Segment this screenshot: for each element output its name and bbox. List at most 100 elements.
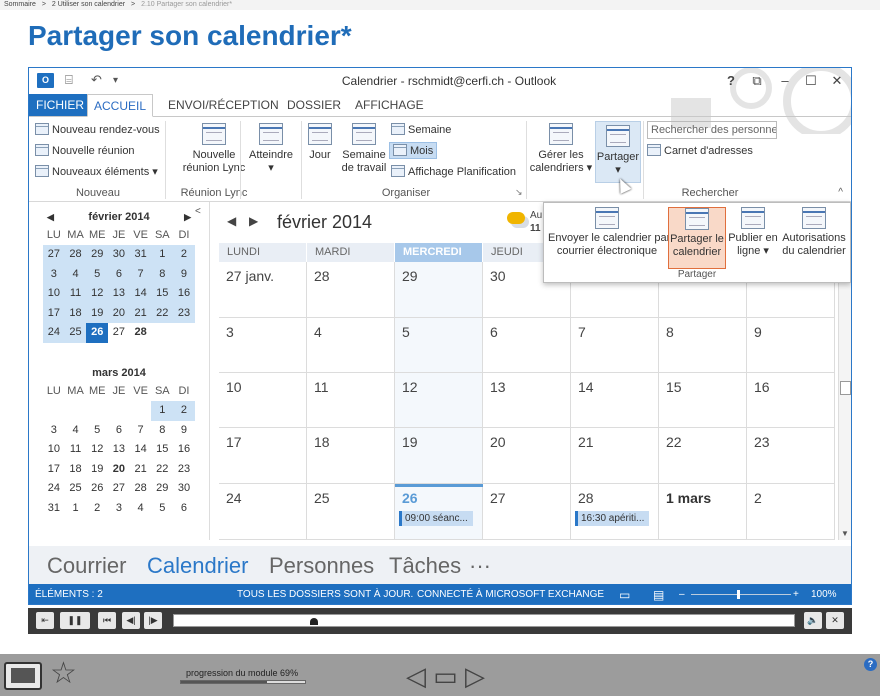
next-month-icon[interactable]: ▶ [184, 208, 191, 226]
collapse-ribbon-icon[interactable]: ^ [838, 187, 843, 198]
scroll-down-icon[interactable]: ▼ [841, 529, 849, 538]
mini-day[interactable]: 17 [43, 303, 65, 323]
zoom-in-icon[interactable]: + [793, 584, 799, 604]
manage-calendars-button[interactable]: Gérer les calendriers ▾ [529, 123, 593, 175]
day-cell[interactable]: 10 [219, 373, 307, 428]
mini-day[interactable]: 4 [65, 421, 87, 441]
view-workweek-button[interactable]: Semaine de travail [339, 123, 389, 175]
mini-day[interactable]: 15 [151, 440, 173, 460]
day-cell[interactable]: 16 [747, 373, 835, 428]
send-receive-icon[interactable]: ⌸ [65, 72, 73, 88]
mini-day[interactable]: 6 [173, 499, 195, 519]
day-cell[interactable]: 29 [395, 262, 483, 318]
mini-day[interactable]: 24 [43, 479, 65, 499]
mini-day[interactable]: 13 [108, 284, 130, 304]
mini-day[interactable]: 4 [130, 499, 152, 519]
day-cell[interactable]: 23 [747, 428, 835, 484]
mini-day[interactable]: 29 [86, 245, 109, 265]
playback-track[interactable] [173, 614, 795, 627]
tab-file[interactable]: FICHIER [29, 94, 91, 116]
nav-mail[interactable]: Courrier [47, 553, 126, 579]
mini-day[interactable]: 10 [43, 284, 65, 304]
share-button[interactable]: Partager ▾ [595, 121, 641, 183]
undo-icon[interactable]: ↶ [91, 72, 102, 88]
mini-day[interactable]: 31 [43, 499, 65, 519]
mini-day[interactable]: 9 [173, 421, 195, 441]
pause-button[interactable]: ❚❚ [60, 612, 90, 629]
new-appointment-button[interactable]: Nouveau rendez-vous [35, 123, 160, 136]
day-cell[interactable]: 4 [307, 318, 395, 373]
mini-day[interactable]: 27 [108, 323, 130, 343]
zoom-slider-knob[interactable] [737, 590, 740, 599]
mini-day[interactable]: 26 [86, 479, 108, 499]
mini-day[interactable]: 21 [129, 303, 152, 323]
mini-day[interactable]: 4 [64, 264, 87, 284]
calendar-event[interactable]: 09:00 séanc... [399, 511, 473, 526]
day-cell[interactable]: 19 [395, 428, 483, 484]
mini-day[interactable]: 2 [86, 499, 108, 519]
mini-day[interactable]: 3 [43, 264, 65, 284]
rewind-start-icon[interactable]: ⏮ [98, 612, 116, 629]
view-day-button[interactable]: Jour [305, 123, 335, 162]
playback-knob[interactable] [310, 618, 319, 625]
mini-day[interactable]: 28 [130, 323, 152, 343]
day-cell[interactable]: 27 [483, 484, 571, 540]
mini-day[interactable]: 22 [151, 303, 174, 323]
mini-day[interactable]: 14 [130, 440, 152, 460]
day-cell[interactable]: 6 [483, 318, 571, 373]
goto-button[interactable]: Atteindre ▾ [243, 123, 299, 175]
scrollbar-thumb[interactable] [840, 381, 851, 395]
nav-calendar[interactable]: Calendrier [147, 553, 249, 579]
page-icon[interactable]: ▭ [433, 661, 458, 691]
mini-day[interactable]: 12 [86, 284, 109, 304]
mini-day[interactable]: 19 [86, 303, 109, 323]
mini-day[interactable]: 25 [64, 323, 87, 343]
day-cell[interactable]: 24 [219, 484, 307, 540]
mini-day[interactable]: 1 [151, 245, 174, 265]
mini-day[interactable]: 13 [108, 440, 130, 460]
day-cell[interactable]: 25 [307, 484, 395, 540]
reading-view-icon[interactable]: ▤ [653, 584, 664, 604]
customize-qat-icon[interactable]: ▾ [113, 75, 118, 86]
mini-day[interactable]: 7 [130, 421, 152, 441]
nav-more-icon[interactable]: ··· [469, 553, 491, 579]
day-cell[interactable]: 7 [571, 318, 659, 373]
mini-day[interactable]: 11 [65, 440, 87, 460]
day-cell[interactable]: 17 [219, 428, 307, 484]
day-cell[interactable]: 9 [747, 318, 835, 373]
mini-day[interactable]: 28 [130, 479, 152, 499]
close-button[interactable]: ✕ [827, 73, 847, 89]
arrange-launcher-icon[interactable]: ↘ [515, 187, 523, 198]
mini-day[interactable]: 23 [173, 303, 195, 323]
mini-day[interactable]: 5 [151, 499, 173, 519]
help-icon[interactable]: ? [864, 658, 877, 671]
next-page-icon[interactable]: ▷ [465, 661, 485, 691]
mini-day[interactable]: 5 [86, 421, 108, 441]
day-cell[interactable]: 28 [307, 262, 395, 318]
mini-day[interactable]: 31 [129, 245, 152, 265]
mini-day[interactable]: 27 [108, 479, 130, 499]
star-icon[interactable]: ☆ [50, 658, 77, 690]
mini-day[interactable]: 16 [173, 440, 195, 460]
ribbon-display-icon[interactable]: ⧉ [747, 73, 767, 89]
mini-day[interactable]: 17 [43, 460, 65, 480]
mini-day[interactable]: 2 [173, 401, 195, 421]
previous-page-icon[interactable]: ◁ [406, 661, 426, 691]
calendar-permissions-button[interactable]: Autorisations du calendrier [780, 207, 848, 269]
volume-icon[interactable]: 🔈 [804, 612, 822, 629]
mini-day[interactable]: 6 [108, 421, 130, 441]
email-calendar-button[interactable]: Envoyer le calendrier par courrier électr… [548, 207, 670, 269]
mini-day[interactable]: 2 [173, 245, 195, 265]
view-week-button[interactable]: Semaine [391, 123, 451, 136]
mini-day[interactable]: 9 [173, 264, 195, 284]
prev-period-icon[interactable]: ◀ [227, 214, 236, 228]
mini-day[interactable]: 3 [43, 421, 65, 441]
mini-day[interactable]: 20 [108, 303, 130, 323]
mini-day[interactable]: 1 [65, 499, 87, 519]
breadcrumb-chapter[interactable]: 2 Utiliser son calendrier [52, 1, 125, 8]
view-month-button[interactable]: Mois [389, 142, 438, 159]
minimize-button[interactable]: – [775, 73, 795, 88]
day-cell[interactable]: 11 [307, 373, 395, 428]
day-cell[interactable]: 14 [571, 373, 659, 428]
exit-icon[interactable]: ⇤ [36, 612, 54, 629]
